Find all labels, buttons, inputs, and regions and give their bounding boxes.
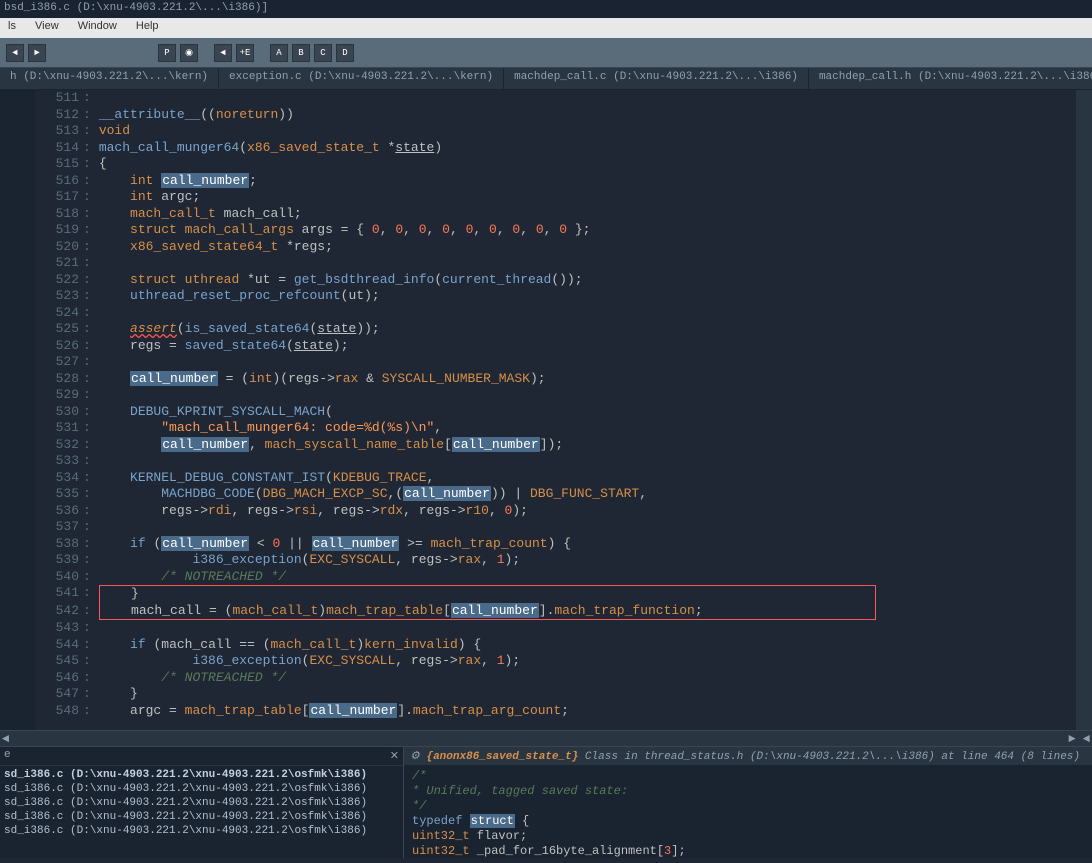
editor-tab[interactable]: machdep_call.h (D:\xnu-4903.221.2\...\i3… — [809, 68, 1092, 89]
title-text: bsd_i386.c (D:\xnu-4903.221.2\...\i386)] — [4, 2, 268, 14]
menu-item[interactable]: Window — [70, 18, 125, 34]
scrollbar-vertical[interactable] — [1076, 90, 1092, 730]
code-line[interactable]: 530: DEBUG_KPRINT_SYSCALL_MACH( — [43, 404, 1076, 421]
symbol-list-item[interactable]: sd_i386.c (D:\xnu-4903.221.2\xnu-4903.22… — [0, 782, 403, 796]
toolbar-button[interactable]: A — [270, 44, 288, 62]
code-line[interactable]: 543: — [43, 620, 1076, 637]
code-line[interactable]: 540: /* NOTREACHED */ — [43, 569, 1076, 586]
menubar: ls View Window Help — [0, 18, 1092, 38]
editor-tab[interactable]: h (D:\xnu-4903.221.2\...\kern) — [0, 68, 219, 89]
code-line[interactable]: 519: struct mach_call_args args = { 0, 0… — [43, 222, 1076, 239]
code-line[interactable]: 544: if (mach_call == (mach_call_t)kern_… — [43, 637, 1076, 654]
preview-panel: ⚙ {anonx86_saved_state_t} Class in threa… — [404, 747, 1092, 858]
toolbar-button[interactable]: +E — [236, 44, 254, 62]
code-line[interactable]: 547: } — [43, 686, 1076, 703]
code-line[interactable]: 529: — [43, 387, 1076, 404]
toolbar-button[interactable]: D — [336, 44, 354, 62]
code-line[interactable]: 523: uthread_reset_proc_refcount(ut); — [43, 288, 1076, 305]
code-line[interactable]: 526: regs = saved_state64(state); — [43, 338, 1076, 355]
code-line[interactable]: 528: call_number = (int)(regs->rax & SYS… — [43, 371, 1076, 388]
toolbar-button[interactable]: ◄ — [214, 44, 232, 62]
symbol-list-item[interactable]: sd_i386.c (D:\xnu-4903.221.2\xnu-4903.22… — [0, 810, 403, 824]
toolbar-button[interactable]: ◄ — [6, 44, 24, 62]
preview-code-line: * Unified, tagged saved state: — [412, 784, 1084, 799]
code-line[interactable]: 537: — [43, 519, 1076, 536]
preview-code-line: typedef struct { — [412, 814, 1084, 829]
close-icon[interactable]: ✕ — [390, 749, 399, 763]
preview-header: ⚙ {anonx86_saved_state_t} Class in threa… — [404, 747, 1092, 765]
code-line[interactable]: 517: int argc; — [43, 189, 1076, 206]
preview-code-line: uint32_t _pad_for_16byte_alignment[3]; — [412, 844, 1084, 859]
titlebar: bsd_i386.c (D:\xnu-4903.221.2\...\i386)] — [0, 0, 1092, 18]
code-line[interactable]: 539: i386_exception(EXC_SYSCALL, regs->r… — [43, 552, 1076, 569]
toolbar-button[interactable]: ► — [28, 44, 46, 62]
code-line[interactable]: 531: "mach_call_munger64: code=%d(%s)\n"… — [43, 420, 1076, 437]
code-line[interactable]: 514:mach_call_munger64(x86_saved_state_t… — [43, 140, 1076, 157]
code-line[interactable]: 542: mach_call = (mach_call_t)mach_trap_… — [43, 603, 1076, 621]
code-line[interactable]: 522: struct uthread *ut = get_bsdthread_… — [43, 272, 1076, 289]
preview-classname: {anonx86_saved_state_t} — [426, 751, 578, 763]
scroll-left-icon[interactable]: ◄ — [2, 732, 9, 746]
panel-header: e ✕ — [0, 747, 403, 766]
preview-desc: Class in thread_status.h (D:\xnu-4903.22… — [585, 751, 1080, 763]
toolbar-button[interactable]: C — [314, 44, 332, 62]
code-line[interactable]: 516: int call_number; — [43, 173, 1076, 190]
code-line[interactable]: 538: if (call_number < 0 || call_number … — [43, 536, 1076, 553]
preview-code-line: uint32_t flavor; — [412, 829, 1084, 844]
toolbar: ◄►P◉◄+EABCD — [0, 38, 1092, 68]
menu-item[interactable]: View — [27, 18, 67, 34]
code-line[interactable]: 548: argc = mach_trap_table[call_number]… — [43, 703, 1076, 720]
code-line[interactable]: 521: — [43, 255, 1076, 272]
code-line[interactable]: 525: assert(is_saved_state64(state)); — [43, 321, 1076, 338]
code-line[interactable]: 534: KERNEL_DEBUG_CONSTANT_IST(KDEBUG_TR… — [43, 470, 1076, 487]
code-line[interactable]: 512:__attribute__((noreturn)) — [43, 107, 1076, 124]
code-line[interactable]: 527: — [43, 354, 1076, 371]
code-line[interactable]: 518: mach_call_t mach_call; — [43, 206, 1076, 223]
code-line[interactable]: 541: } — [43, 585, 1076, 603]
preview-code-line: /* — [412, 769, 1084, 784]
code-line[interactable]: 520: x86_saved_state64_t *regs; — [43, 239, 1076, 256]
symbol-list-item[interactable]: sd_i386.c (D:\xnu-4903.221.2\xnu-4903.22… — [0, 768, 403, 782]
menu-item[interactable]: Help — [128, 18, 167, 34]
toolbar-button[interactable]: B — [292, 44, 310, 62]
preview-code-line: */ — [412, 799, 1084, 814]
left-gutter — [0, 90, 35, 730]
scrollbar-horizontal[interactable]: ◄ ► ◄ — [0, 730, 1092, 746]
symbol-list-panel: e ✕ sd_i386.c (D:\xnu-4903.221.2\xnu-490… — [0, 747, 404, 858]
code-line[interactable]: 533: — [43, 453, 1076, 470]
toolbar-button[interactable]: P — [158, 44, 176, 62]
panel-title: e — [4, 749, 11, 763]
code-line[interactable]: 535: MACHDBG_CODE(DBG_MACH_EXCP_SC,(call… — [43, 486, 1076, 503]
code-line[interactable]: 524: — [43, 305, 1076, 322]
code-line[interactable]: 546: /* NOTREACHED */ — [43, 670, 1076, 687]
symbol-list-item[interactable]: sd_i386.c (D:\xnu-4903.221.2\xnu-4903.22… — [0, 796, 403, 810]
code-line[interactable]: 532: call_number, mach_syscall_name_tabl… — [43, 437, 1076, 454]
code-line[interactable]: 536: regs->rdi, regs->rsi, regs->rdx, re… — [43, 503, 1076, 520]
code-area[interactable]: 511:512:__attribute__((noreturn))513:voi… — [35, 90, 1076, 730]
scroll-right-icon[interactable]: ► ◄ — [1068, 732, 1090, 746]
code-line[interactable]: 513:void — [43, 123, 1076, 140]
code-line[interactable]: 511: — [43, 90, 1076, 107]
gear-icon[interactable]: ⚙ — [410, 751, 420, 763]
editor: 511:512:__attribute__((noreturn))513:voi… — [0, 90, 1092, 730]
tabs: h (D:\xnu-4903.221.2\...\kern)exception.… — [0, 68, 1092, 90]
editor-tab[interactable]: exception.c (D:\xnu-4903.221.2\...\kern) — [219, 68, 504, 89]
preview-code: /* * Unified, tagged saved state: */type… — [404, 765, 1092, 863]
editor-tab[interactable]: machdep_call.c (D:\xnu-4903.221.2\...\i3… — [504, 68, 809, 89]
menu-item[interactable]: ls — [0, 18, 24, 34]
code-line[interactable]: 545: i386_exception(EXC_SYSCALL, regs->r… — [43, 653, 1076, 670]
symbol-list-item[interactable]: sd_i386.c (D:\xnu-4903.221.2\xnu-4903.22… — [0, 824, 403, 838]
toolbar-button[interactable]: ◉ — [180, 44, 198, 62]
code-line[interactable]: 515:{ — [43, 156, 1076, 173]
bottom-panel: e ✕ sd_i386.c (D:\xnu-4903.221.2\xnu-490… — [0, 746, 1092, 858]
